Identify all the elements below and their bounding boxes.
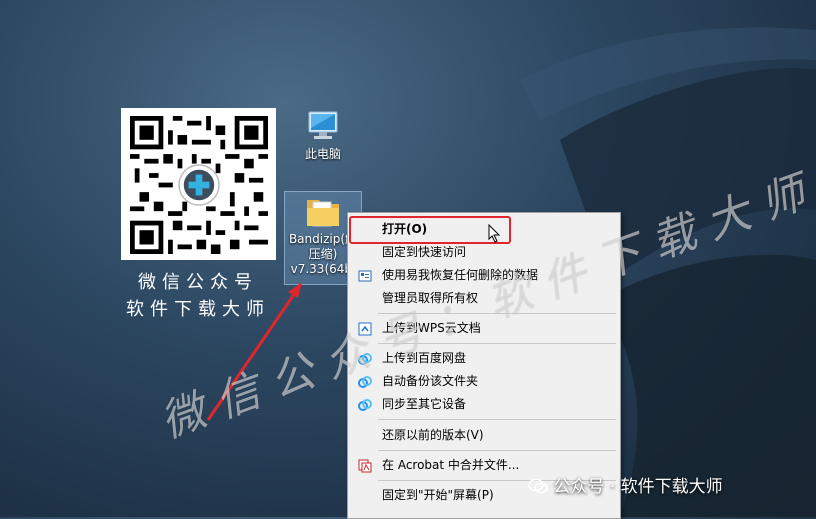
menu-separator: [378, 450, 616, 451]
highlight-box: [349, 216, 511, 244]
menu-separator: [378, 313, 616, 314]
menu-item-label: 在 Acrobat 中合并文件...: [382, 458, 520, 472]
menu-item-label: 固定到"开始"屏幕(P): [382, 488, 494, 502]
menu-item-pin-quick-access[interactable]: 固定到快速访问: [348, 241, 620, 263]
menu-item-sync-devices[interactable]: 同步至其它设备: [348, 393, 620, 415]
menu-item-easeus-recovery[interactable]: 使用易我恢复任何删除的数据: [348, 264, 620, 286]
menu-item-label: 上传到百度网盘: [382, 351, 467, 365]
wechat-icon: [528, 478, 548, 494]
menu-item-label: 同步至其它设备: [382, 397, 467, 411]
recovery-icon: [358, 268, 372, 282]
menu-item-upload-baidu[interactable]: 上传到百度网盘: [348, 347, 620, 369]
menu-item-label: 上传到WPS云文档: [382, 321, 481, 335]
baidu-netdisk-icon: [358, 397, 372, 411]
baidu-netdisk-icon: [358, 351, 372, 365]
acrobat-icon: [358, 458, 372, 473]
menu-item-label: 还原以前的版本(V): [382, 428, 484, 442]
menu-item-label: 使用易我恢复任何删除的数据: [382, 268, 539, 282]
footer-watermark-text: 公众号 · 软件下载大师: [553, 477, 723, 497]
menu-item-upload-wps[interactable]: 上传到WPS云文档: [348, 317, 620, 339]
menu-item-label: 固定到快速访问: [382, 245, 467, 259]
menu-separator: [378, 343, 616, 344]
menu-item-take-ownership[interactable]: 管理员取得所有权: [348, 287, 620, 309]
menu-item-auto-backup[interactable]: 自动备份该文件夹: [348, 370, 620, 392]
mouse-cursor-icon: [488, 224, 501, 243]
menu-separator: [378, 419, 616, 420]
wps-cloud-icon: [358, 321, 372, 336]
baidu-netdisk-icon: [358, 374, 372, 388]
menu-item-label: 自动备份该文件夹: [382, 374, 479, 388]
footer-watermark: 公众号 · 软件下载大师: [528, 472, 723, 497]
menu-item-label: 管理员取得所有权: [382, 291, 479, 305]
menu-item-restore-previous[interactable]: 还原以前的版本(V): [348, 424, 620, 446]
